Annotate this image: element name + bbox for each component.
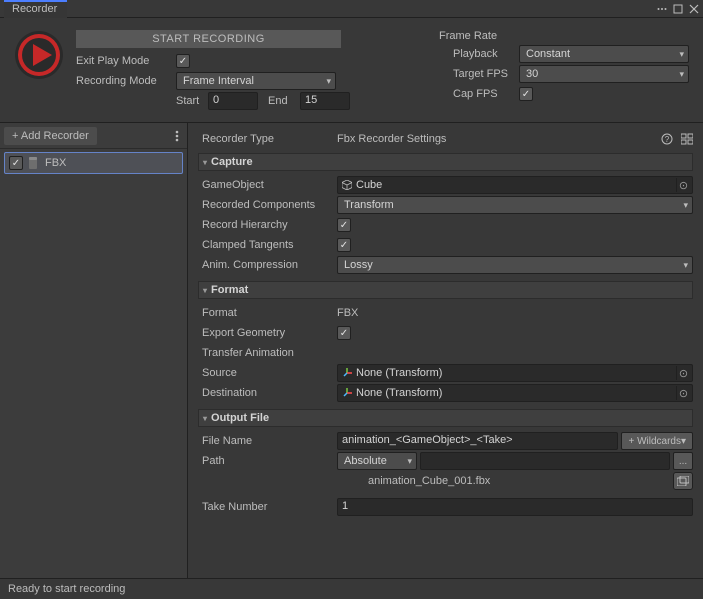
exit-play-mode-checkbox[interactable]: ✓: [176, 54, 190, 68]
recording-mode-label: Recording Mode: [76, 75, 176, 87]
format-label: Format: [202, 307, 337, 319]
file-name-label: File Name: [202, 435, 337, 447]
target-fps-label: Target FPS: [439, 68, 519, 80]
end-label: End: [268, 95, 298, 107]
title-bar: Recorder: [0, 0, 703, 18]
gameobject-label: GameObject: [202, 179, 337, 191]
transform-icon: [342, 388, 352, 398]
generated-filename: animation_Cube_001.fbx: [368, 475, 490, 487]
cube-icon: [342, 180, 352, 190]
start-label: Start: [176, 95, 206, 107]
start-recording-button[interactable]: START RECORDING: [76, 30, 341, 48]
exit-play-mode-label: Exit Play Mode: [76, 55, 176, 67]
recorder-enabled-checkbox[interactable]: ✓: [9, 156, 23, 170]
recorder-tab[interactable]: Recorder: [4, 0, 67, 18]
recorder-type-value: Fbx Recorder Settings: [337, 133, 661, 145]
playback-label: Playback: [439, 48, 519, 60]
context-menu-icon[interactable]: [657, 4, 667, 14]
reveal-in-finder-button[interactable]: [673, 472, 693, 490]
file-name-input[interactable]: animation_<GameObject>_<Take>: [337, 432, 618, 450]
add-recorder-button[interactable]: + Add Recorder: [4, 127, 97, 145]
recorder-item-label: FBX: [45, 157, 66, 169]
transform-icon: [342, 368, 352, 378]
record-hierarchy-checkbox[interactable]: ✓: [337, 218, 351, 232]
export-geometry-label: Export Geometry: [202, 327, 337, 339]
recorder-list-menu-icon[interactable]: [171, 128, 183, 144]
source-field[interactable]: None (Transform) ⊙: [337, 364, 693, 382]
record-hierarchy-label: Record Hierarchy: [202, 219, 337, 231]
path-input[interactable]: [420, 452, 670, 470]
path-dropdown[interactable]: Absolute: [337, 452, 417, 470]
sidebar: + Add Recorder ✓ FBX: [0, 123, 188, 578]
destination-field[interactable]: None (Transform) ⊙: [337, 384, 693, 402]
object-picker-icon[interactable]: ⊙: [676, 366, 690, 380]
cap-fps-checkbox[interactable]: ✓: [519, 87, 533, 101]
path-label: Path: [202, 455, 337, 467]
capture-section-header[interactable]: Capture: [198, 153, 693, 171]
preset-icon[interactable]: [681, 133, 693, 145]
playback-dropdown[interactable]: Constant: [519, 45, 689, 63]
svg-text:?: ?: [665, 135, 670, 144]
top-panel: START RECORDING Exit Play Mode ✓ Recordi…: [0, 18, 703, 123]
output-file-section-header[interactable]: Output File: [198, 409, 693, 427]
browse-button[interactable]: ...: [673, 452, 693, 470]
maximize-icon[interactable]: [673, 4, 683, 14]
recording-mode-dropdown[interactable]: Frame Interval: [176, 72, 336, 90]
main-panel: Recorder Type Fbx Recorder Settings ? Ca…: [188, 123, 703, 578]
transfer-animation-label: Transfer Animation: [202, 347, 337, 359]
frame-rate-heading: Frame Rate: [439, 30, 689, 42]
anim-compression-label: Anim. Compression: [202, 259, 337, 271]
format-value: FBX: [337, 307, 358, 319]
status-text: Ready to start recording: [8, 583, 125, 595]
object-picker-icon[interactable]: ⊙: [676, 178, 690, 192]
recorded-components-label: Recorded Components: [202, 199, 337, 211]
fbx-file-icon: [28, 157, 40, 169]
take-number-label: Take Number: [202, 501, 337, 513]
source-label: Source: [202, 367, 337, 379]
take-number-input[interactable]: 1: [337, 498, 693, 516]
status-bar: Ready to start recording: [0, 578, 703, 599]
anim-compression-dropdown[interactable]: Lossy: [337, 256, 693, 274]
clamped-tangents-checkbox[interactable]: ✓: [337, 238, 351, 252]
cap-fps-label: Cap FPS: [439, 88, 519, 100]
recorded-components-dropdown[interactable]: Transform: [337, 196, 693, 214]
record-button[interactable]: [14, 30, 64, 80]
recorder-list-item[interactable]: ✓ FBX: [4, 152, 183, 174]
format-section-header[interactable]: Format: [198, 281, 693, 299]
help-icon[interactable]: ?: [661, 133, 673, 145]
destination-label: Destination: [202, 387, 337, 399]
gameobject-field[interactable]: Cube ⊙: [337, 176, 693, 194]
target-fps-dropdown[interactable]: 30: [519, 65, 689, 83]
object-picker-icon[interactable]: ⊙: [676, 386, 690, 400]
clamped-tangents-label: Clamped Tangents: [202, 239, 337, 251]
start-frame-input[interactable]: 0: [208, 92, 258, 110]
recorder-type-label: Recorder Type: [202, 133, 337, 145]
wildcards-button[interactable]: + Wildcards ▾: [621, 432, 693, 450]
export-geometry-checkbox[interactable]: ✓: [337, 326, 351, 340]
tab-label: Recorder: [12, 3, 57, 15]
end-frame-input[interactable]: 15: [300, 92, 350, 110]
close-icon[interactable]: [689, 4, 699, 14]
